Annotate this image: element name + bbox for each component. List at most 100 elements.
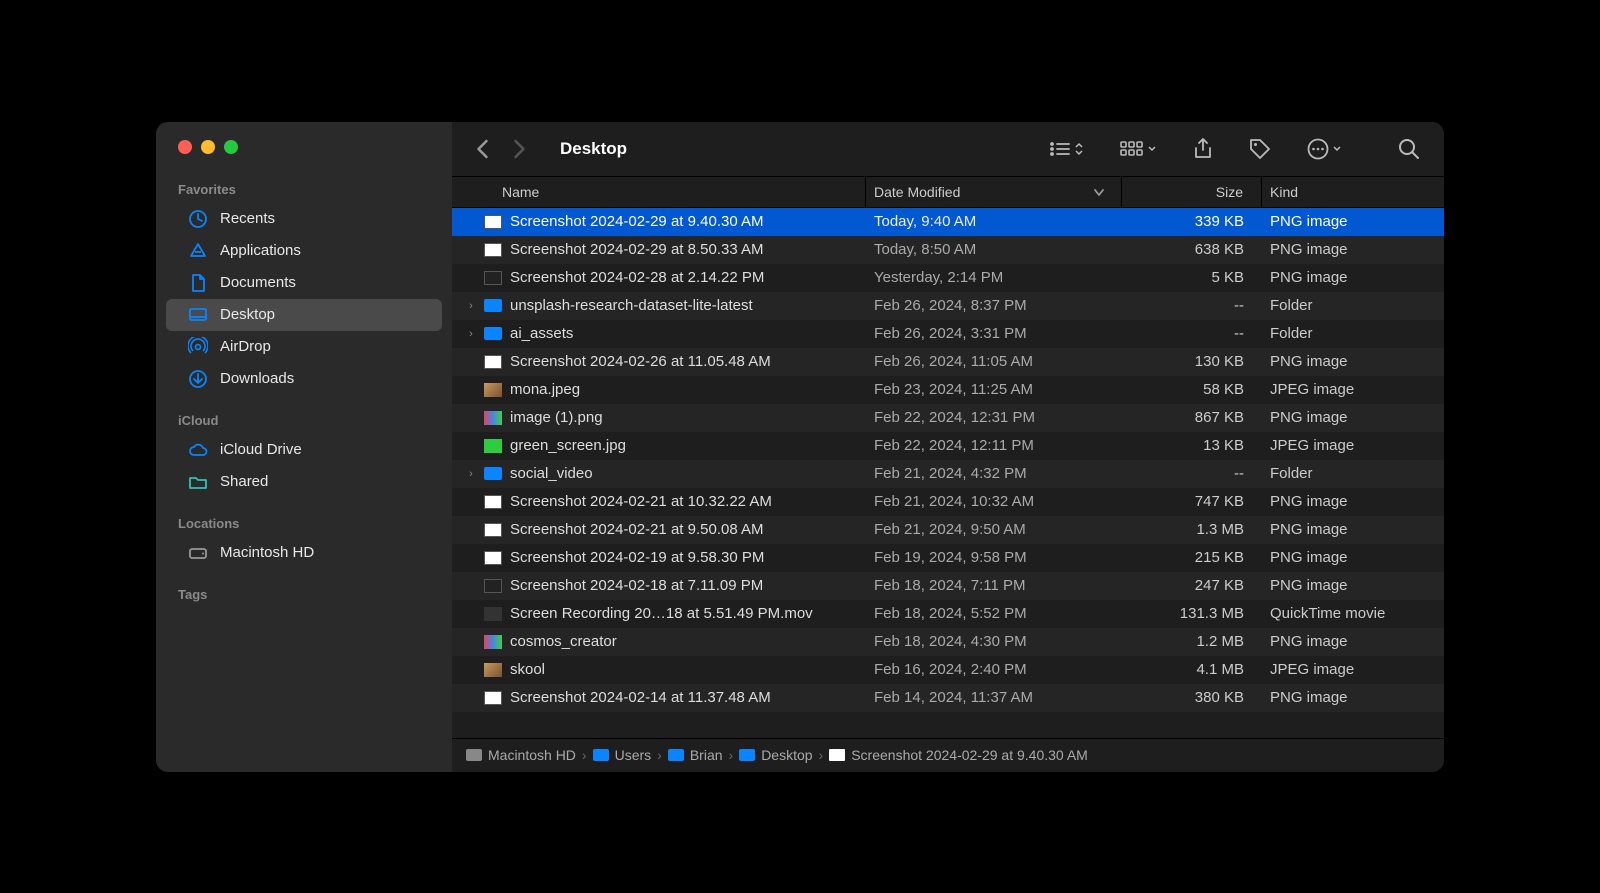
minimize-button[interactable] [201,140,215,154]
file-icon [829,749,845,761]
sidebar-item-desktop[interactable]: Desktop [166,299,442,331]
sidebar-item-icloud-drive[interactable]: iCloud Drive [166,434,442,466]
file-name: unsplash-research-dataset-lite-latest [510,297,753,314]
file-name: Screenshot 2024-02-21 at 10.32.22 AM [510,493,772,510]
file-kind: PNG image [1262,213,1444,230]
file-row[interactable]: mona.jpegFeb 23, 2024, 11:25 AM58 KBJPEG… [452,376,1444,404]
sidebar-item-applications[interactable]: Applications [166,235,442,267]
finder-window: FavoritesRecentsApplicationsDocumentsDes… [156,122,1444,772]
path-segment[interactable]: Desktop [739,747,812,763]
file-size: 4.1 MB [1122,661,1262,678]
path-segment[interactable]: Macintosh HD [466,747,576,763]
sidebar-item-downloads[interactable]: Downloads [166,363,442,395]
sort-desc-icon [1093,187,1105,197]
column-name[interactable]: Name [452,177,866,207]
file-row[interactable]: ›social_videoFeb 21, 2024, 4:32 PM--Fold… [452,460,1444,488]
file-row[interactable]: Screenshot 2024-02-29 at 8.50.33 AMToday… [452,236,1444,264]
path-segment[interactable]: Screenshot 2024-02-29 at 9.40.30 AM [829,747,1088,763]
path-label: Screenshot 2024-02-29 at 9.40.30 AM [851,747,1088,763]
path-label: Users [615,747,652,763]
close-button[interactable] [178,140,192,154]
forward-button[interactable] [513,139,526,159]
file-row[interactable]: Screenshot 2024-02-21 at 9.50.08 AMFeb 2… [452,516,1444,544]
file-name: social_video [510,465,593,482]
main-panel: Desktop [452,122,1444,772]
file-row[interactable]: Screenshot 2024-02-29 at 9.40.30 AM Today… [452,208,1444,236]
file-row[interactable]: green_screen.jpgFeb 22, 2024, 12:11 PM13… [452,432,1444,460]
file-date: Feb 26, 2024, 8:37 PM [866,297,1122,314]
file-row[interactable]: Screenshot 2024-02-19 at 9.58.30 PMFeb 1… [452,544,1444,572]
folder-icon [668,749,684,761]
column-size[interactable]: Size [1122,177,1262,207]
file-row[interactable]: cosmos_creatorFeb 18, 2024, 4:30 PM1.2 M… [452,628,1444,656]
tag-icon[interactable] [1249,138,1271,160]
file-row[interactable]: skoolFeb 16, 2024, 2:40 PM4.1 MBJPEG ima… [452,656,1444,684]
path-separator-icon: › [657,747,662,763]
applications-icon [188,241,208,261]
disk-icon [466,749,482,761]
column-date[interactable]: Date Modified [866,177,1122,207]
file-kind: PNG image [1262,577,1444,594]
file-type-icon [484,551,502,565]
disclosure-icon[interactable]: › [466,328,476,340]
share-icon[interactable] [1193,138,1213,160]
file-row[interactable]: Screenshot 2024-02-26 at 11.05.48 AMFeb … [452,348,1444,376]
file-type-icon [484,243,502,257]
disclosure-icon[interactable]: › [466,300,476,312]
file-type-icon [484,523,502,537]
view-list-icon[interactable] [1049,141,1084,157]
file-kind: QuickTime movie [1262,605,1444,622]
file-name: green_screen.jpg [510,437,626,454]
path-label: Desktop [761,747,812,763]
file-name: Screenshot 2024-02-29 at 9.40.30 AM [510,213,764,230]
file-size: 1.3 MB [1122,521,1262,538]
file-list[interactable]: Screenshot 2024-02-29 at 9.40.30 AM Today… [452,208,1444,738]
file-name: Screenshot 2024-02-18 at 7.11.09 PM [510,577,763,594]
airdrop-icon [188,337,208,357]
file-date: Feb 26, 2024, 3:31 PM [866,325,1122,342]
file-type-icon [484,383,502,397]
file-size: 5 KB [1122,269,1262,286]
file-row[interactable]: Screenshot 2024-02-21 at 10.32.22 AMFeb … [452,488,1444,516]
sidebar-header: iCloud [156,413,452,434]
file-row[interactable]: Screen Recording 20…18 at 5.51.49 PM.mov… [452,600,1444,628]
sidebar-item-label: iCloud Drive [220,441,302,458]
fullscreen-button[interactable] [224,140,238,154]
sidebar-item-label: Desktop [220,306,275,323]
more-icon[interactable] [1307,138,1342,160]
path-label: Macintosh HD [488,747,576,763]
file-size: 131.3 MB [1122,605,1262,622]
file-type-icon [484,299,502,312]
path-segment[interactable]: Brian [668,747,723,763]
column-kind[interactable]: Kind [1262,177,1444,207]
sidebar-item-macintosh-hd[interactable]: Macintosh HD [166,537,442,569]
sidebar-item-recents[interactable]: Recents [166,203,442,235]
file-date: Feb 18, 2024, 4:30 PM [866,633,1122,650]
path-separator-icon: › [729,747,734,763]
file-row[interactable]: Screenshot 2024-02-28 at 2.14.22 PMYeste… [452,264,1444,292]
file-name: mona.jpeg [510,381,580,398]
file-kind: Folder [1262,297,1444,314]
path-segment[interactable]: Users [593,747,652,763]
sidebar-item-airdrop[interactable]: AirDrop [166,331,442,363]
search-icon[interactable] [1398,138,1420,160]
file-row[interactable]: ›ai_assetsFeb 26, 2024, 3:31 PM--Folder [452,320,1444,348]
file-type-icon [484,635,502,649]
file-date: Today, 9:40 AM [866,213,1122,230]
sidebar-item-shared[interactable]: Shared [166,466,442,498]
file-row[interactable]: image (1).pngFeb 22, 2024, 12:31 PM867 K… [452,404,1444,432]
file-row[interactable]: Screenshot 2024-02-18 at 7.11.09 PMFeb 1… [452,572,1444,600]
file-size: -- [1122,465,1262,482]
file-type-icon [484,607,502,621]
back-button[interactable] [476,139,489,159]
disclosure-icon[interactable]: › [466,468,476,480]
file-row[interactable]: Screenshot 2024-02-14 at 11.37.48 AMFeb … [452,684,1444,712]
sidebar-item-label: Shared [220,473,268,490]
file-kind: PNG image [1262,521,1444,538]
sidebar-item-documents[interactable]: Documents [166,267,442,299]
group-icon[interactable] [1120,141,1157,157]
sidebar-header: Tags [156,587,452,608]
file-kind: PNG image [1262,353,1444,370]
file-row[interactable]: › unsplash-research-dataset-lite-latest Fe… [452,292,1444,320]
file-type-icon [484,271,502,285]
